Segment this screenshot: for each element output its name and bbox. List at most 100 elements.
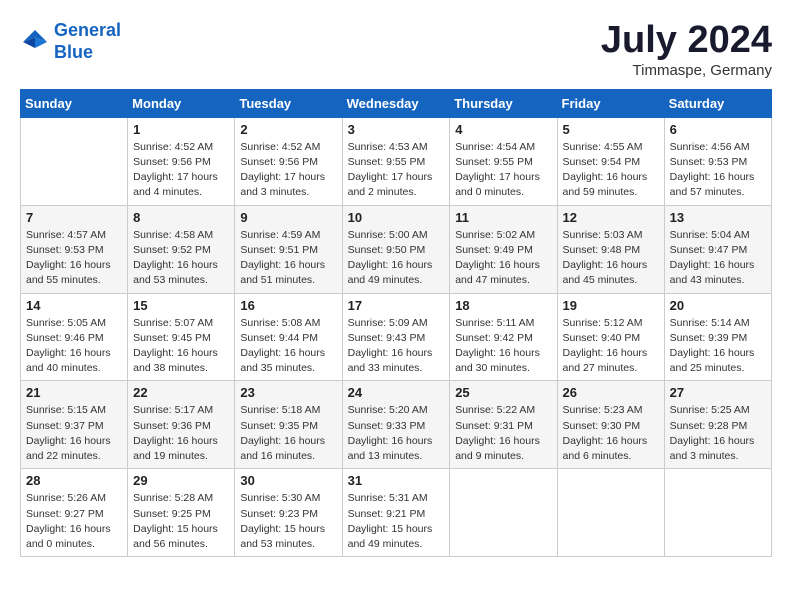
- day-info: Sunrise: 5:18 AM Sunset: 9:35 PM Dayligh…: [240, 403, 336, 464]
- day-info: Sunrise: 5:30 AM Sunset: 9:23 PM Dayligh…: [240, 491, 336, 552]
- day-number: 24: [348, 385, 445, 400]
- calendar-cell: 6 Sunrise: 4:56 AM Sunset: 9:53 PM Daylig…: [664, 117, 771, 205]
- calendar-cell: 30 Sunrise: 5:30 AM Sunset: 9:23 PM Dayli…: [235, 469, 342, 557]
- calendar-cell: 11Sunrise: 5:02 AM Sunset: 9:49 PM Dayli…: [450, 205, 557, 293]
- calendar-week-row: 7 Sunrise: 4:57 AM Sunset: 9:53 PM Daylig…: [21, 205, 772, 293]
- day-info: Sunrise: 5:14 AM Sunset: 9:39 PM Dayligh…: [670, 316, 766, 377]
- weekday-header: Monday: [128, 89, 235, 117]
- day-number: 15: [133, 298, 229, 313]
- day-number: 30: [240, 473, 336, 488]
- calendar-cell: 15 Sunrise: 5:07 AM Sunset: 9:45 PM Dayli…: [128, 293, 235, 381]
- calendar-cell: 2 Sunrise: 4:52 AM Sunset: 9:56 PM Daylig…: [235, 117, 342, 205]
- day-info: Sunrise: 4:56 AM Sunset: 9:53 PM Dayligh…: [670, 140, 766, 201]
- day-number: 13: [670, 210, 766, 225]
- weekday-header: Thursday: [450, 89, 557, 117]
- day-info: Sunrise: 4:58 AM Sunset: 9:52 PM Dayligh…: [133, 228, 229, 289]
- calendar-cell: 4Sunrise: 4:54 AM Sunset: 9:55 PM Daylig…: [450, 117, 557, 205]
- calendar-cell: 5 Sunrise: 4:55 AM Sunset: 9:54 PM Daylig…: [557, 117, 664, 205]
- day-info: Sunrise: 4:59 AM Sunset: 9:51 PM Dayligh…: [240, 228, 336, 289]
- calendar-body: 1 Sunrise: 4:52 AM Sunset: 9:56 PM Daylig…: [21, 117, 772, 556]
- calendar-cell: 20Sunrise: 5:14 AM Sunset: 9:39 PM Dayli…: [664, 293, 771, 381]
- day-info: Sunrise: 5:08 AM Sunset: 9:44 PM Dayligh…: [240, 316, 336, 377]
- day-info: Sunrise: 5:20 AM Sunset: 9:33 PM Dayligh…: [348, 403, 445, 464]
- day-info: Sunrise: 5:07 AM Sunset: 9:45 PM Dayligh…: [133, 316, 229, 377]
- day-info: Sunrise: 4:57 AM Sunset: 9:53 PM Dayligh…: [26, 228, 122, 289]
- day-info: Sunrise: 5:02 AM Sunset: 9:49 PM Dayligh…: [455, 228, 551, 289]
- calendar-cell: 7 Sunrise: 4:57 AM Sunset: 9:53 PM Daylig…: [21, 205, 128, 293]
- day-number: 23: [240, 385, 336, 400]
- day-number: 19: [563, 298, 659, 313]
- day-info: Sunrise: 5:12 AM Sunset: 9:40 PM Dayligh…: [563, 316, 659, 377]
- day-number: 16: [240, 298, 336, 313]
- day-number: 27: [670, 385, 766, 400]
- day-info: Sunrise: 5:00 AM Sunset: 9:50 PM Dayligh…: [348, 228, 445, 289]
- day-number: 3: [348, 122, 445, 137]
- calendar-cell: 9 Sunrise: 4:59 AM Sunset: 9:51 PM Daylig…: [235, 205, 342, 293]
- day-info: Sunrise: 4:52 AM Sunset: 9:56 PM Dayligh…: [133, 140, 229, 201]
- day-info: Sunrise: 5:17 AM Sunset: 9:36 PM Dayligh…: [133, 403, 229, 464]
- calendar-table: SundayMondayTuesdayWednesdayThursdayFrid…: [20, 89, 772, 557]
- calendar-cell: 19 Sunrise: 5:12 AM Sunset: 9:40 PM Dayli…: [557, 293, 664, 381]
- calendar-cell: 12Sunrise: 5:03 AM Sunset: 9:48 PM Dayli…: [557, 205, 664, 293]
- calendar-cell: 17 Sunrise: 5:09 AM Sunset: 9:43 PM Dayli…: [342, 293, 450, 381]
- day-number: 6: [670, 122, 766, 137]
- calendar-cell: 10Sunrise: 5:00 AM Sunset: 9:50 PM Dayli…: [342, 205, 450, 293]
- calendar-cell: 21Sunrise: 5:15 AM Sunset: 9:37 PM Dayli…: [21, 381, 128, 469]
- calendar-cell: 26Sunrise: 5:23 AM Sunset: 9:30 PM Dayli…: [557, 381, 664, 469]
- calendar-cell: 27 Sunrise: 5:25 AM Sunset: 9:28 PM Dayli…: [664, 381, 771, 469]
- calendar-week-row: 21Sunrise: 5:15 AM Sunset: 9:37 PM Dayli…: [21, 381, 772, 469]
- day-info: Sunrise: 5:11 AM Sunset: 9:42 PM Dayligh…: [455, 316, 551, 377]
- day-number: 7: [26, 210, 122, 225]
- weekday-header: Friday: [557, 89, 664, 117]
- calendar-cell: [21, 117, 128, 205]
- month-title: July 2024: [601, 20, 772, 62]
- logo-text: General Blue: [54, 20, 121, 63]
- day-number: 17: [348, 298, 445, 313]
- day-number: 26: [563, 385, 659, 400]
- calendar-cell: 23 Sunrise: 5:18 AM Sunset: 9:35 PM Dayli…: [235, 381, 342, 469]
- calendar-cell: 18 Sunrise: 5:11 AM Sunset: 9:42 PM Dayli…: [450, 293, 557, 381]
- calendar-cell: 3Sunrise: 4:53 AM Sunset: 9:55 PM Daylig…: [342, 117, 450, 205]
- day-number: 4: [455, 122, 551, 137]
- calendar-cell: 29 Sunrise: 5:28 AM Sunset: 9:25 PM Dayli…: [128, 469, 235, 557]
- calendar-cell: 31Sunrise: 5:31 AM Sunset: 9:21 PM Dayli…: [342, 469, 450, 557]
- day-number: 25: [455, 385, 551, 400]
- weekday-header: Wednesday: [342, 89, 450, 117]
- calendar-cell: 13 Sunrise: 5:04 AM Sunset: 9:47 PM Dayli…: [664, 205, 771, 293]
- day-number: 22: [133, 385, 229, 400]
- weekday-header: Saturday: [664, 89, 771, 117]
- calendar-cell: [450, 469, 557, 557]
- day-number: 29: [133, 473, 229, 488]
- day-info: Sunrise: 5:05 AM Sunset: 9:46 PM Dayligh…: [26, 316, 122, 377]
- day-number: 2: [240, 122, 336, 137]
- day-number: 1: [133, 122, 229, 137]
- day-info: Sunrise: 4:55 AM Sunset: 9:54 PM Dayligh…: [563, 140, 659, 201]
- calendar-cell: 1 Sunrise: 4:52 AM Sunset: 9:56 PM Daylig…: [128, 117, 235, 205]
- calendar-week-row: 1 Sunrise: 4:52 AM Sunset: 9:56 PM Daylig…: [21, 117, 772, 205]
- weekday-header: Tuesday: [235, 89, 342, 117]
- location-subtitle: Timmaspe, Germany: [601, 62, 772, 79]
- day-info: Sunrise: 5:15 AM Sunset: 9:37 PM Dayligh…: [26, 403, 122, 464]
- calendar-cell: 14 Sunrise: 5:05 AM Sunset: 9:46 PM Dayli…: [21, 293, 128, 381]
- day-info: Sunrise: 5:22 AM Sunset: 9:31 PM Dayligh…: [455, 403, 551, 464]
- day-number: 5: [563, 122, 659, 137]
- day-info: Sunrise: 4:52 AM Sunset: 9:56 PM Dayligh…: [240, 140, 336, 201]
- title-block: July 2024 Timmaspe, Germany: [601, 20, 772, 79]
- logo-icon: [20, 27, 50, 57]
- calendar-cell: 8Sunrise: 4:58 AM Sunset: 9:52 PM Daylig…: [128, 205, 235, 293]
- logo-line2: Blue: [54, 42, 93, 62]
- day-info: Sunrise: 5:04 AM Sunset: 9:47 PM Dayligh…: [670, 228, 766, 289]
- day-info: Sunrise: 5:25 AM Sunset: 9:28 PM Dayligh…: [670, 403, 766, 464]
- day-number: 18: [455, 298, 551, 313]
- calendar-week-row: 14 Sunrise: 5:05 AM Sunset: 9:46 PM Dayli…: [21, 293, 772, 381]
- day-number: 12: [563, 210, 659, 225]
- calendar-cell: [557, 469, 664, 557]
- day-number: 9: [240, 210, 336, 225]
- header-row: SundayMondayTuesdayWednesdayThursdayFrid…: [21, 89, 772, 117]
- day-info: Sunrise: 5:28 AM Sunset: 9:25 PM Dayligh…: [133, 491, 229, 552]
- day-number: 14: [26, 298, 122, 313]
- calendar-cell: 24 Sunrise: 5:20 AM Sunset: 9:33 PM Dayli…: [342, 381, 450, 469]
- calendar-cell: [664, 469, 771, 557]
- day-info: Sunrise: 5:09 AM Sunset: 9:43 PM Dayligh…: [348, 316, 445, 377]
- logo: General Blue: [20, 20, 121, 63]
